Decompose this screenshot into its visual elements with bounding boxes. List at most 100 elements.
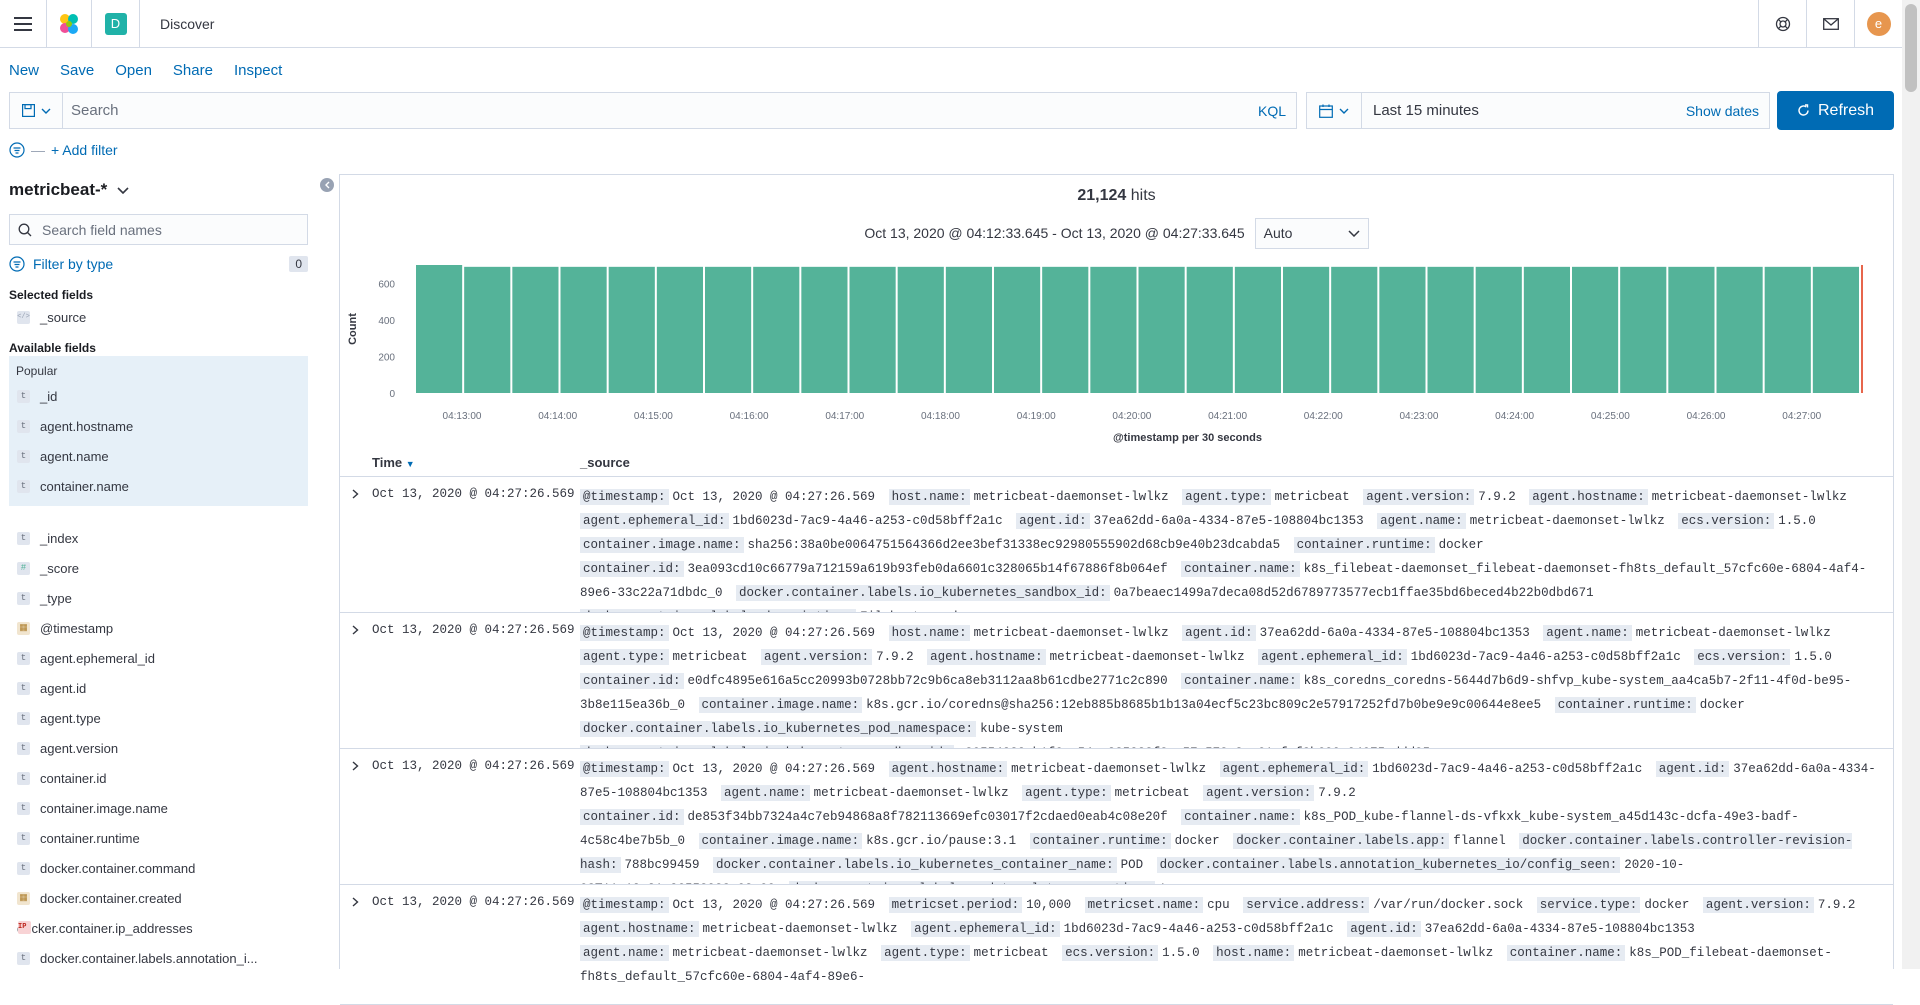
histogram-bar[interactable] [1523,266,1570,393]
histogram-bar[interactable] [705,266,752,393]
expand-row-button[interactable] [348,895,362,909]
kql-toggle[interactable]: KQL [1258,103,1296,119]
source-field-key: metricset.period: [888,897,1023,913]
source-field-value: 1bd6023d-7ac9-4a46-a253-c0d58bff2a1c [1063,922,1334,936]
histogram-bar[interactable] [1186,266,1233,393]
histogram-chart: Count 0 200 400 600 04:13:00 04:14:00 04:15:00 0… [347,265,1863,444]
histogram-bar[interactable] [849,266,896,393]
histogram-bar[interactable] [1234,266,1281,393]
hits-label: hits [1130,187,1156,204]
source-field-value: 7.9.2 [1318,786,1356,800]
field-list-item[interactable]: </> _source [9,302,308,332]
chevron-down-icon [41,108,50,114]
field-list-item[interactable]: t _index [9,523,308,553]
interval-select[interactable]: Auto [1254,217,1369,249]
histogram-bar[interactable] [1572,266,1619,393]
field-list-item[interactable]: t agent.hostname [9,411,308,441]
filter-divider: — [31,142,45,158]
histogram-bar[interactable] [897,266,944,393]
menu-button[interactable] [0,0,46,48]
histogram-bar[interactable] [1090,266,1137,393]
sort-down-icon[interactable]: ▼ [406,459,415,469]
field-name: _index [40,530,79,546]
open-link[interactable]: Open [115,62,152,79]
histogram-bar[interactable] [1331,266,1378,393]
field-list-item[interactable]: t agent.type [9,703,308,733]
scrollbar-thumb[interactable] [1905,4,1917,92]
inspect-link[interactable]: Inspect [234,62,282,79]
histogram-bar[interactable] [1812,266,1859,393]
field-list-item[interactable]: ▦ @timestamp [9,613,308,643]
histogram-bar[interactable] [801,266,848,393]
histogram-bar[interactable] [753,266,800,393]
space-selector[interactable]: D [92,0,140,48]
expand-row-button[interactable] [348,623,362,637]
date-range-text[interactable]: Last 15 minutes [1362,102,1686,119]
field-list-item[interactable]: t docker.container.command [9,853,308,883]
new-link[interactable]: New [9,62,39,79]
field-list-item[interactable]: t container.name [9,471,308,501]
histogram-bar[interactable] [1427,266,1474,393]
share-link[interactable]: Share [173,62,213,79]
field-list-item[interactable]: # _score [9,553,308,583]
show-dates-link[interactable]: Show dates [1686,103,1769,119]
filter-count-badge: 0 [289,256,308,272]
x-tick-label: 04:23:00 [1399,411,1438,422]
field-list-item[interactable]: t _id [9,381,308,411]
field-search-input[interactable]: Search field names [9,214,308,245]
field-list-item[interactable]: t agent.version [9,733,308,763]
save-icon [21,104,35,117]
field-list-item[interactable]: t docker.container.labels.annotation_i... [9,943,308,969]
elastic-logo[interactable] [46,0,92,48]
histogram-bar[interactable] [945,266,992,393]
field-type-icon: </> [17,310,30,324]
expand-row-button[interactable] [348,759,362,773]
field-list-item[interactable]: t container.image.name [9,793,308,823]
histogram-bar[interactable] [512,266,559,393]
source-field-value: 1.5.0 [1162,946,1200,960]
saved-query-button[interactable] [10,93,63,128]
x-tick-label: 04:13:00 [443,411,482,422]
histogram-bar[interactable] [994,266,1041,393]
histogram-bar[interactable] [1379,266,1426,393]
newsfeed-button[interactable] [1806,0,1854,48]
field-list-item[interactable]: t agent.ephemeral_id [9,643,308,673]
field-list-item[interactable]: t agent.id [9,673,308,703]
filter-by-type-button[interactable]: Filter by type 0 [9,252,308,276]
histogram-bar[interactable] [560,266,607,393]
page-scrollbar[interactable] [1902,0,1920,969]
field-list-item[interactable]: t _type [9,583,308,613]
field-list-item[interactable]: t container.runtime [9,823,308,853]
source-field-value: metricbeat-daemonset-lwlkz [702,922,898,936]
histogram-bar[interactable] [1283,266,1330,393]
histogram-bar[interactable] [1042,266,1089,393]
histogram-bar[interactable] [464,266,511,393]
histogram-bar[interactable] [608,266,655,393]
add-filter-link[interactable]: + Add filter [51,142,118,158]
quick-select-button[interactable] [1307,93,1362,128]
popular-label: Popular [16,364,58,378]
field-list-item[interactable]: t container.id [9,763,308,793]
filter-icon[interactable] [9,142,25,158]
histogram-bar[interactable] [1716,266,1763,393]
histogram-bar[interactable] [1138,266,1185,393]
collapse-sidebar-button[interactable] [320,178,334,192]
help-button[interactable] [1758,0,1806,48]
search-input[interactable]: Search [63,102,1258,119]
save-link[interactable]: Save [60,62,94,79]
field-list-item[interactable]: IP docker.container.ip_addresses [9,913,308,943]
expand-row-button[interactable] [348,487,362,501]
field-list-item[interactable]: ▦ docker.container.created [9,883,308,913]
histogram-bar[interactable] [1475,266,1522,393]
time-column-header[interactable]: Time ▼ [372,455,415,470]
user-menu-button[interactable]: e [1854,0,1902,48]
histogram-bar[interactable] [1668,266,1715,393]
index-pattern-selector[interactable]: metricbeat-* [9,180,129,200]
time-range-text: Oct 13, 2020 @ 04:12:33.645 - Oct 13, 20… [864,225,1245,241]
histogram-bar[interactable] [1764,266,1811,393]
histogram-bar[interactable] [1620,266,1667,393]
histogram-bar[interactable] [416,265,463,393]
field-list-item[interactable]: t agent.name [9,441,308,471]
histogram-bar[interactable] [656,266,703,393]
refresh-button[interactable]: Refresh [1777,91,1894,130]
